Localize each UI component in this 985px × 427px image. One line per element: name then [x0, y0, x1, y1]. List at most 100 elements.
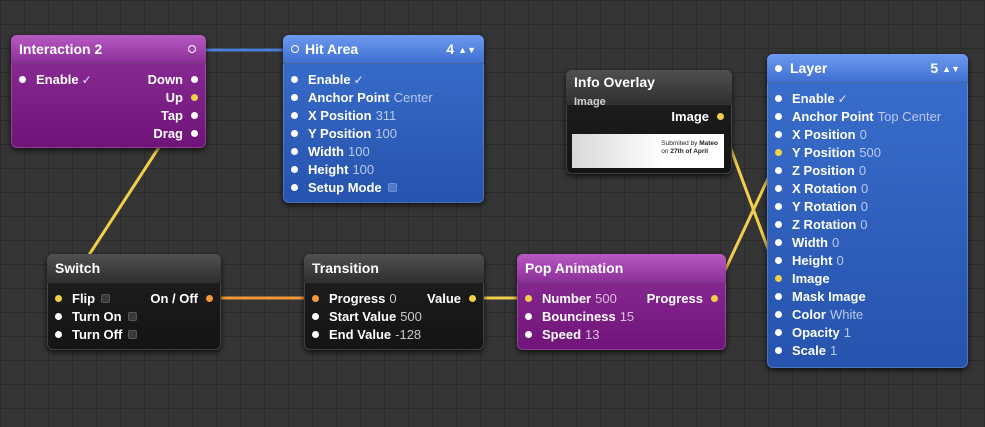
- port-value[interactable]: 15: [620, 309, 634, 324]
- stepper-arrows-icon[interactable]: ▲▼: [458, 45, 476, 55]
- checkbox-icon[interactable]: [127, 312, 137, 322]
- input-port-x-rotation[interactable]: X Rotation 0: [775, 180, 868, 198]
- port-dot-icon[interactable]: [775, 203, 782, 211]
- interaction-node-header[interactable]: Interaction 2: [11, 35, 206, 64]
- input-port-setup-mode[interactable]: Setup Mode: [291, 179, 397, 197]
- input-port-x-position[interactable]: X Position 311: [291, 107, 396, 125]
- output-port-progress[interactable]: Progress: [647, 290, 718, 308]
- port-dot-icon[interactable]: [291, 148, 298, 156]
- info-overlay-node[interactable]: Info Overlay Image Image Submited by Mat…: [566, 70, 732, 174]
- hit-area-node-header[interactable]: Hit Area 4 ▲▼: [283, 35, 484, 64]
- port-value[interactable]: 500: [859, 145, 881, 160]
- port-dot-icon[interactable]: [775, 113, 782, 121]
- input-port-z-position[interactable]: Z Position 0: [775, 162, 866, 180]
- port-value[interactable]: 0: [836, 253, 843, 268]
- port-dot-icon[interactable]: [775, 185, 782, 193]
- port-value[interactable]: -128: [395, 327, 421, 342]
- port-value[interactable]: 1: [844, 325, 851, 340]
- port-dot-icon[interactable]: [775, 257, 782, 265]
- port-dot-icon[interactable]: [312, 313, 319, 321]
- output-port-up[interactable]: Up: [166, 89, 198, 107]
- input-port-speed[interactable]: Speed 13: [525, 326, 599, 344]
- input-port-turn-on[interactable]: Turn On: [55, 308, 137, 326]
- input-port-y-position[interactable]: Y Position 500: [775, 144, 881, 162]
- port-value[interactable]: Center: [394, 90, 433, 105]
- stepper-arrows-icon[interactable]: ▲▼: [942, 64, 960, 74]
- input-port-y-rotation[interactable]: Y Rotation 0: [775, 198, 868, 216]
- port-value[interactable]: 100: [375, 126, 397, 141]
- port-dot-icon[interactable]: [711, 295, 718, 303]
- port-dot-icon[interactable]: [775, 347, 782, 355]
- input-port-anchor-point[interactable]: Anchor Point Top Center: [775, 108, 941, 126]
- port-value[interactable]: 100: [348, 144, 370, 159]
- port-value[interactable]: 0: [832, 235, 839, 250]
- input-port-bounciness[interactable]: Bounciness 15: [525, 308, 634, 326]
- port-value[interactable]: 0: [860, 127, 867, 142]
- port-value[interactable]: White: [830, 307, 863, 322]
- input-port-opacity[interactable]: Opacity 1: [775, 324, 851, 342]
- input-port-number[interactable]: Number 500: [525, 290, 617, 308]
- port-dot-icon[interactable]: [191, 112, 198, 120]
- input-port-start-value[interactable]: Start Value 500: [312, 308, 422, 326]
- input-port-y-position[interactable]: Y Position 100: [291, 125, 397, 143]
- pop-animation-node-header[interactable]: Pop Animation: [517, 254, 726, 283]
- port-dot-icon[interactable]: [775, 239, 782, 247]
- port-dot-icon[interactable]: [206, 295, 213, 303]
- input-port-progress[interactable]: Progress 0: [312, 290, 397, 308]
- port-value[interactable]: Top Center: [878, 109, 942, 124]
- hit-area-node[interactable]: Hit Area 4 ▲▼ Enable ✓ Anchor Point Center …: [283, 35, 484, 203]
- input-port-enable[interactable]: Enable ✓: [291, 71, 364, 89]
- output-port-image[interactable]: Image: [671, 108, 724, 126]
- input-port-anchor-point[interactable]: Anchor Point Center: [291, 89, 433, 107]
- interaction-node[interactable]: Interaction 2 Enable ✓ Down Up Tap Drag: [11, 35, 206, 148]
- port-dot-icon[interactable]: [291, 112, 298, 120]
- transition-node-header[interactable]: Transition: [304, 254, 484, 283]
- input-port-x-position[interactable]: X Position 0: [775, 126, 867, 144]
- port-dot-icon[interactable]: [191, 94, 198, 102]
- checkbox-icon[interactable]: [101, 294, 111, 304]
- port-dot-icon[interactable]: [525, 295, 532, 303]
- port-dot-icon[interactable]: [775, 329, 782, 337]
- port-value[interactable]: 0: [861, 181, 868, 196]
- switch-node[interactable]: Switch Flip Turn On Turn Off On / Off: [47, 254, 221, 350]
- port-value[interactable]: 500: [595, 291, 617, 306]
- pop-animation-node[interactable]: Pop Animation Number 500 Bounciness 15 Spe…: [517, 254, 726, 350]
- port-dot-icon[interactable]: [717, 113, 724, 121]
- port-value[interactable]: 0: [861, 199, 868, 214]
- output-port-icon[interactable]: [188, 45, 196, 53]
- count-stepper[interactable]: 5 ▲▼: [930, 54, 960, 83]
- port-dot-icon[interactable]: [291, 94, 298, 102]
- input-port-height[interactable]: Height 0: [775, 252, 844, 270]
- transition-node[interactable]: Transition Progress 0 Start Value 500 End …: [304, 254, 484, 350]
- port-dot-icon[interactable]: [775, 221, 782, 229]
- input-port-width[interactable]: Width 0: [775, 234, 839, 252]
- output-port-on-off[interactable]: On / Off: [150, 290, 213, 308]
- port-dot-icon[interactable]: [19, 76, 26, 84]
- input-port-icon[interactable]: [291, 45, 299, 53]
- port-dot-icon[interactable]: [312, 331, 319, 339]
- port-dot-icon[interactable]: [469, 295, 476, 303]
- port-value[interactable]: 13: [585, 327, 599, 342]
- port-dot-icon[interactable]: [525, 331, 532, 339]
- port-dot-icon[interactable]: [191, 76, 198, 84]
- input-port-icon[interactable]: [775, 64, 782, 72]
- checkbox-icon[interactable]: [128, 330, 138, 340]
- checkbox-checked-icon[interactable]: ✓: [82, 73, 92, 87]
- output-port-tap[interactable]: Tap: [161, 107, 198, 125]
- input-port-height[interactable]: Height 100: [291, 161, 374, 179]
- port-dot-icon[interactable]: [291, 166, 298, 174]
- output-port-drag[interactable]: Drag: [153, 125, 198, 143]
- port-dot-icon[interactable]: [55, 313, 62, 321]
- input-port-color[interactable]: Color White: [775, 306, 863, 324]
- port-dot-icon[interactable]: [775, 311, 782, 319]
- input-port-width[interactable]: Width 100: [291, 143, 370, 161]
- port-dot-icon[interactable]: [775, 149, 782, 157]
- checkbox-icon[interactable]: [387, 183, 397, 193]
- input-port-scale[interactable]: Scale 1: [775, 342, 837, 360]
- input-port-mask-image[interactable]: Mask Image: [775, 288, 866, 306]
- port-dot-icon[interactable]: [525, 313, 532, 321]
- port-dot-icon[interactable]: [191, 130, 198, 138]
- switch-node-header[interactable]: Switch: [47, 254, 221, 283]
- port-value[interactable]: 500: [400, 309, 422, 324]
- input-port-turn-off[interactable]: Turn Off: [55, 326, 138, 344]
